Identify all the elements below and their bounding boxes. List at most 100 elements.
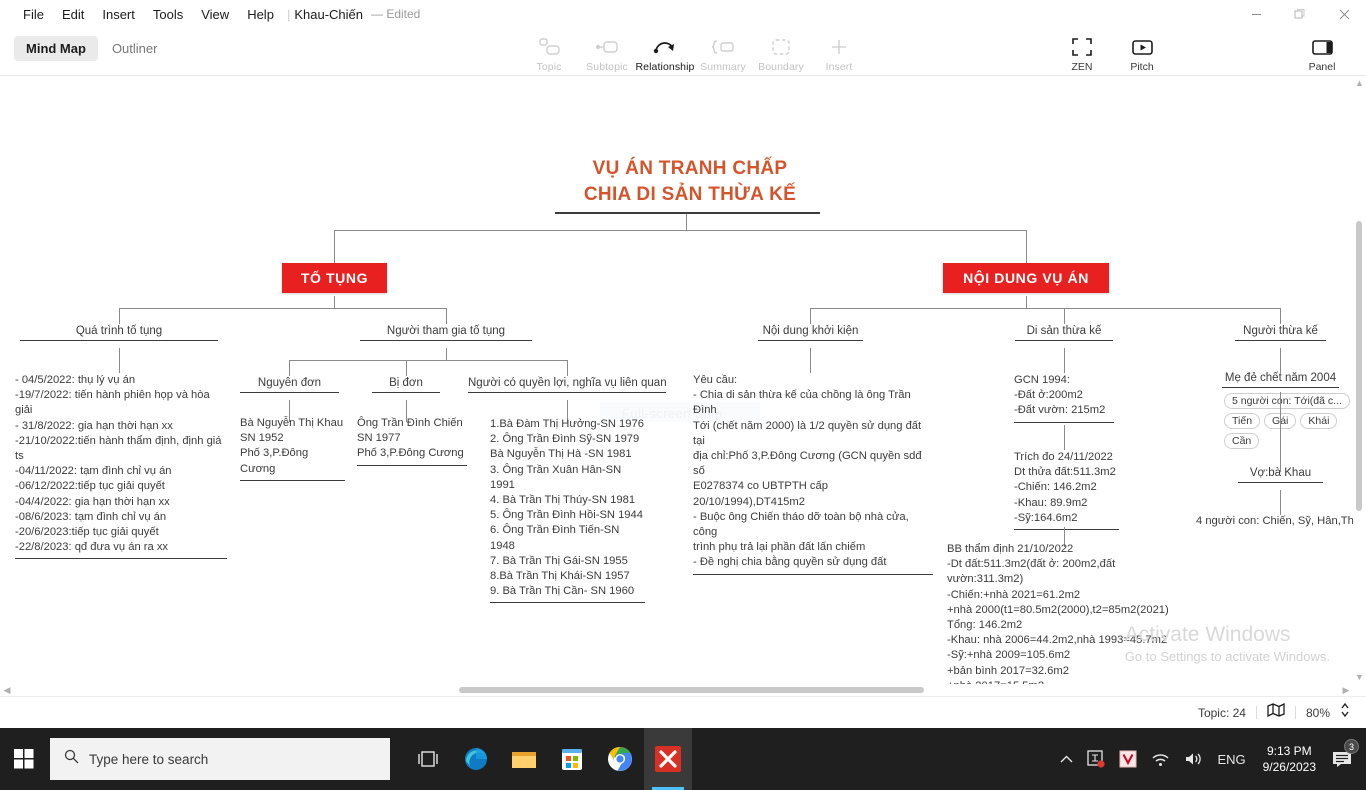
minimize-icon — [1251, 13, 1261, 15]
node-lien-quan[interactable]: Người có quyền lợi, nghĩa vụ liên quan — [468, 377, 667, 393]
connector-4-con-stem — [1280, 490, 1281, 515]
scroll-down-arrow[interactable]: ▼ — [1353, 670, 1366, 684]
branch-noi-dung-vu-an[interactable]: NỘI DUNG VỤ ÁN — [943, 263, 1109, 293]
horizontal-scroll-thumb[interactable] — [459, 687, 924, 693]
show-hidden-icons-chevron[interactable] — [1053, 728, 1080, 790]
map-icon[interactable] — [1267, 702, 1285, 722]
status-bar: Topic: 24 80% — [0, 696, 1366, 728]
vertical-scrollbar[interactable]: ▲ ▼ — [1353, 76, 1366, 684]
start-button[interactable] — [0, 728, 48, 790]
horizontal-scrollbar[interactable]: ◀ ▶ — [0, 684, 1353, 696]
task-view-icon[interactable] — [404, 728, 452, 790]
node-nguyen-don[interactable]: Nguyên đơn — [240, 377, 339, 393]
pill-tien[interactable]: Tiến — [1224, 413, 1261, 429]
di-san-rule — [1015, 340, 1113, 341]
xmind-icon[interactable] — [644, 728, 692, 790]
root-line2: CHIA DI SẢN THỪA KẾ — [583, 184, 797, 205]
node-nguyen-don-detail[interactable]: Bà Nguyễn Thị Khau SN 1952 Phố 3,P.Đông … — [240, 416, 345, 481]
menu-file[interactable]: File — [14, 4, 53, 25]
summary-button[interactable]: Summary — [694, 29, 752, 73]
root-node[interactable]: VỤ ÁN TRANH CHẤP CHIA DI SẢN THỪA KẾ — [540, 156, 840, 208]
v-app-icon[interactable] — [1112, 728, 1144, 790]
qua-trinh-rule — [20, 340, 218, 341]
node-noi-dung-khoi-kien[interactable]: Nội dung khởi kiện — [758, 325, 863, 341]
lien-quan-body-rule — [490, 602, 645, 604]
trich-do-rule — [1014, 529, 1119, 531]
menu-insert[interactable]: Insert — [93, 4, 144, 25]
tab-mind-map[interactable]: Mind Map — [14, 36, 98, 61]
pill-5-nguoi-con[interactable]: 5 người con: Tới(đã c... — [1224, 393, 1350, 409]
topic-count: Topic: 24 — [1197, 705, 1246, 720]
notification-center-button[interactable]: 3 — [1326, 739, 1366, 768]
subtopic-button[interactable]: Subtopic — [578, 29, 636, 73]
vertical-scroll-thumb[interactable] — [1356, 221, 1362, 511]
onedrive-icon[interactable] — [1080, 728, 1112, 790]
topic-button[interactable]: Topic — [520, 29, 578, 73]
pitch-button[interactable]: Pitch — [1112, 29, 1172, 73]
lien-quan-body: 1.Bà Đàm Thị Hưởng-SN 1976 2. Ông Trần Đ… — [490, 418, 644, 598]
menu-view[interactable]: View — [192, 4, 238, 25]
menu-tools[interactable]: Tools — [144, 4, 192, 25]
panel-button[interactable]: Panel — [1292, 29, 1352, 73]
menu-edit[interactable]: Edit — [53, 4, 93, 25]
node-lien-quan-detail[interactable]: 1.Bà Đàm Thị Hưởng-SN 1976 2. Ông Trần Đ… — [490, 417, 645, 604]
language-indicator[interactable]: ENG — [1210, 728, 1252, 790]
restore-button[interactable] — [1278, 0, 1322, 28]
node-vo-ba-khau[interactable]: Vợ:bà Khau — [1238, 467, 1323, 483]
node-nguoi-tham-gia[interactable]: Người tham gia tố tụng — [360, 325, 532, 341]
node-bi-don[interactable]: Bị đơn — [372, 377, 440, 393]
mindmap-canvas[interactable]: Full-screen Snip VỤ ÁN TRANH CHẤP CHIA D… — [0, 76, 1366, 684]
zoom-level[interactable]: 80% — [1306, 706, 1330, 720]
node-gcn-1994[interactable]: GCN 1994: -Đất ở:200m2 -Đất vườn: 215m2 — [1014, 373, 1114, 423]
insert-button[interactable]: Insert — [810, 29, 868, 73]
edge-icon[interactable] — [452, 728, 500, 790]
node-qua-trinh-detail[interactable]: - 04/5/2022: thụ lý vụ án -19/7/2022: ti… — [15, 373, 227, 560]
pill-can[interactable]: Cần — [1224, 433, 1260, 449]
chrome-icon[interactable] — [596, 728, 644, 790]
updown-stepper-icon[interactable] — [1340, 702, 1350, 723]
branch-to-tung[interactable]: TỐ TỤNG — [282, 263, 387, 293]
relationship-label: Relationship — [635, 61, 695, 73]
taskbar-clock[interactable]: 9:13 PM 9/26/2023 — [1253, 743, 1326, 775]
node-bb-tham-dinh[interactable]: BB thẩm định 21/10/2022 -Dt đất:511.3m2(… — [947, 542, 1192, 684]
close-button[interactable] — [1322, 0, 1366, 28]
search-icon — [64, 749, 79, 769]
speaker-icon[interactable] — [1177, 728, 1210, 790]
tab-outliner[interactable]: Outliner — [100, 36, 170, 61]
node-trich-do[interactable]: Trích đo 24/11/2022 Dt thửa đất:511.3m2 … — [1014, 450, 1119, 531]
pill-khai[interactable]: Khái — [1300, 413, 1338, 429]
microsoft-store-icon[interactable] — [548, 728, 596, 790]
plus-icon — [830, 36, 848, 58]
node-4-nguoi-con[interactable]: 4 người con: Chiến, Sỹ, Hân,Thúy — [1196, 514, 1366, 529]
scroll-up-arrow[interactable]: ▲ — [1353, 76, 1366, 90]
scroll-right-arrow[interactable]: ▶ — [1339, 685, 1353, 696]
menu-help[interactable]: Help — [238, 4, 283, 25]
connector-left-child2 — [446, 308, 447, 324]
node-me-de[interactable]: Mẹ đẻ chết năm 2004 — [1222, 372, 1339, 388]
minimize-button[interactable] — [1234, 0, 1278, 28]
horizontal-scroll-track[interactable] — [14, 687, 1339, 693]
vo-label: Vợ:bà Khau — [1249, 467, 1312, 479]
trich-do-body: Trích đo 24/11/2022 Dt thửa đất:511.3m2 … — [1014, 451, 1116, 524]
document-name[interactable]: Khau-Chiến — [294, 7, 363, 22]
connector-left-stem — [334, 296, 335, 308]
relationship-button[interactable]: Relationship — [636, 29, 694, 73]
node-nguoi-thua-ke[interactable]: Người thừa kế — [1235, 325, 1326, 341]
connector-estate — [1064, 308, 1065, 324]
scroll-left-arrow[interactable]: ◀ — [0, 685, 14, 696]
connector-left-child1 — [119, 308, 120, 324]
window-controls — [1234, 0, 1366, 28]
node-qua-trinh-to-tung[interactable]: Quá trình tố tụng — [20, 325, 218, 341]
heir-pills: 5 người con: Tới(đã c... Tiến Gái Khái C… — [1224, 393, 1350, 449]
zen-button[interactable]: ZEN — [1052, 29, 1112, 73]
connector-claim — [810, 308, 811, 324]
node-bi-don-detail[interactable]: Ông Trần Đình Chiến SN 1977 Phố 3,P.Đông… — [357, 416, 467, 466]
node-khoi-kien-detail[interactable]: Yêu cầu: - Chia di sản thừa kế của chồng… — [693, 373, 933, 575]
file-explorer-icon[interactable] — [500, 728, 548, 790]
connector-trich-do-stem — [1064, 425, 1065, 450]
boundary-button[interactable]: Boundary — [752, 29, 810, 73]
taskbar-search-box[interactable]: Type here to search — [50, 738, 390, 780]
connector-qua-trinh-stem — [119, 348, 120, 373]
node-di-san-thua-ke[interactable]: Di sản thừa kế — [1015, 325, 1113, 341]
wifi-icon[interactable] — [1144, 728, 1177, 790]
